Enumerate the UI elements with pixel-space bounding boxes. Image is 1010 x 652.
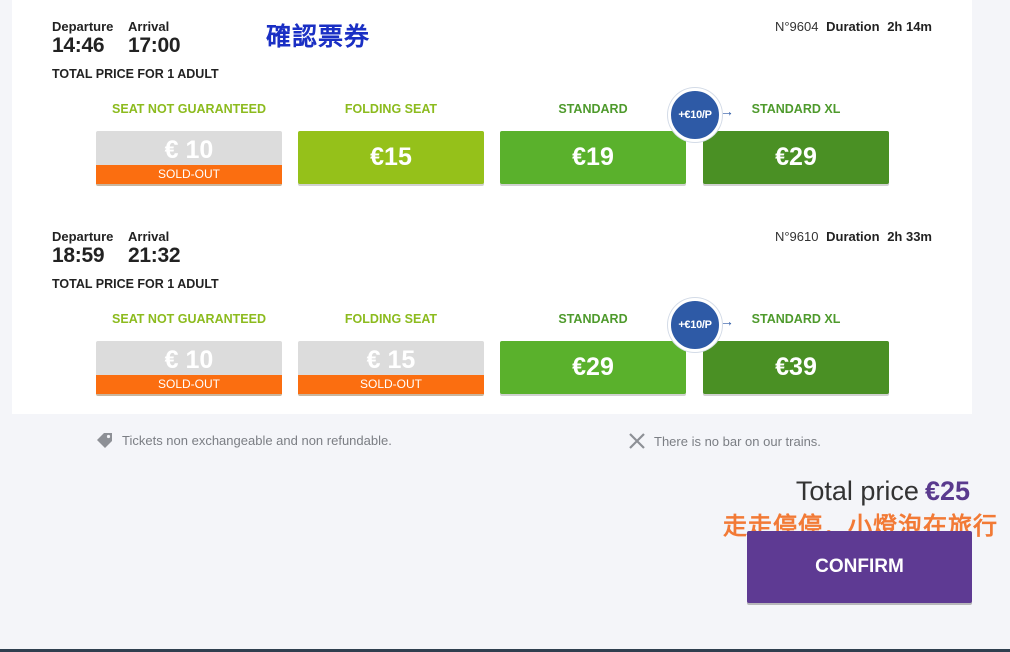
fare-button-sold-out: € 10 SOLD-OUT [96,341,282,394]
sold-out-badge: SOLD-OUT [298,375,484,394]
trip-2: Departure Arrival 18:59 21:32 TOTAL PRIC… [12,210,972,420]
total-price-label: Total price [795,476,919,506]
departure-label: Departure [52,19,114,34]
duration-value: 2h 14m [887,19,932,34]
fare-button-sold-out: € 10 SOLD-OUT [96,131,282,184]
total-price-for-label: TOTAL PRICE FOR 1 ADULT [52,277,219,291]
arrival-label: Arrival [128,19,170,34]
fare-price: € 10 [164,346,214,374]
note-non-refundable: Tickets non exchangeable and non refunda… [96,432,392,448]
arrow-right-icon: → [720,103,734,119]
train-meta: N°9604 Duration 2h 14m [775,19,932,34]
note-no-bar: There is no bar on our trains. [628,432,821,450]
train-meta: N°9610 Duration 2h 33m [775,229,932,244]
close-icon [629,433,645,449]
fare-button-standard[interactable]: €19 [500,131,686,184]
fare-button-sold-out: € 15 SOLD-OUT [298,341,484,394]
total-price-value: €25 [924,476,970,506]
fare-button-standard[interactable]: €29 [500,341,686,394]
fare-class-header: FOLDING SEAT [344,312,438,326]
arrival-label: Arrival [128,229,170,244]
fare-price: € 15 [366,346,416,374]
fare-class-header: SEAT NOT GUARANTEED [112,102,266,116]
fare-class-header: STANDARD [558,102,628,116]
train-number: N°9604 [774,19,819,34]
overlay-caption-blue: 確認票券 [266,23,371,51]
fare-button-standard-xl[interactable]: €39 [703,341,889,394]
train-number: N°9610 [774,229,819,244]
fare-class-header: SEAT NOT GUARANTEED [112,312,266,326]
fare-price: € 10 [164,136,214,164]
note-text: Tickets non exchangeable and non refunda… [122,432,392,448]
arrival-time: 21:32 [128,244,181,267]
fare-button-folding-seat[interactable]: €15 [298,131,484,184]
fare-class-header: FOLDING SEAT [344,102,438,116]
fare-class-header: STANDARD [558,312,628,326]
upgrade-badge: +€10/P [668,298,722,352]
note-text: There is no bar on our trains. [654,433,821,449]
total-price-for-label: TOTAL PRICE FOR 1 ADULT [52,67,219,81]
sold-out-badge: SOLD-OUT [96,165,282,184]
arrow-right-icon: → [720,313,734,329]
upgrade-badge: +€10/P [668,88,722,142]
trip-1: Departure Arrival 14:46 17:00 TOTAL PRIC… [12,0,972,210]
departure-time: 18:59 [52,244,105,267]
journey-card: Departure Arrival 14:46 17:00 TOTAL PRIC… [12,0,972,414]
duration-label: Duration [826,19,880,34]
tag-icon [97,433,112,448]
departure-label: Departure [52,229,114,244]
arrival-time: 17:00 [128,34,181,57]
confirm-button[interactable]: CONFIRM [747,531,972,603]
departure-time: 14:46 [52,34,105,57]
sold-out-badge: SOLD-OUT [96,375,282,394]
duration-label: Duration [826,229,880,244]
fare-button-standard-xl[interactable]: €29 [703,131,889,184]
duration-value: 2h 33m [887,229,932,244]
total-price: Total price €25 [796,476,970,507]
